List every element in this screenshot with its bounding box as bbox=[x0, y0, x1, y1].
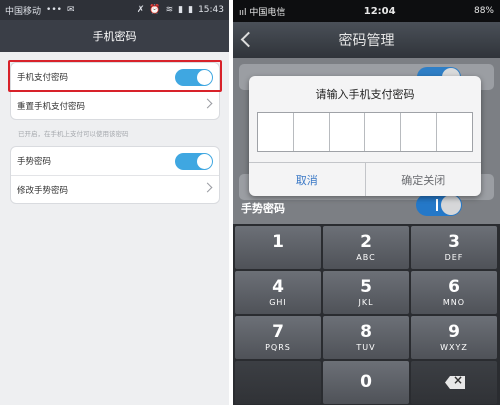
numeric-keypad: 1 2 ABC 3 DEF 4 GHI 5 JKL 6 MNO 7 PQRS 8 TUV 9W… bbox=[233, 224, 500, 405]
key-number: 4 bbox=[272, 277, 284, 297]
left-phone-screen: 中国移动 ••• ✉ ✗ ⏰ ≋ ▮ ▮ 15:43 手机密码 手机支付密码 重… bbox=[0, 0, 229, 405]
key-letters: ABC bbox=[356, 253, 376, 262]
key-letters: GHI bbox=[269, 298, 287, 307]
key-2[interactable]: 2 ABC bbox=[323, 226, 409, 269]
mute-icon: ✗ bbox=[136, 5, 145, 15]
right-phone-screen: ııl 中国电信 12:04 88% 密码管理 手势密码 请输入手机支付密码 取… bbox=[233, 0, 500, 405]
digit-box bbox=[258, 113, 294, 151]
key-letters: PQRS bbox=[265, 343, 291, 352]
gesture-password-toggle[interactable] bbox=[416, 194, 462, 216]
hint-text: 已开启，在手机上支付可以使用该密码 bbox=[18, 130, 129, 138]
delete-key[interactable] bbox=[411, 361, 497, 404]
wifi-icon: ≋ bbox=[165, 5, 174, 15]
reset-payment-password-row[interactable]: 重置手机支付密码 bbox=[11, 91, 219, 119]
key-8[interactable]: 8 TUV bbox=[323, 316, 409, 359]
clock: 15:43 bbox=[198, 5, 224, 15]
screenshot: 中国移动 ••• ✉ ✗ ⏰ ≋ ▮ ▮ 15:43 手机密码 手机支付密码 重… bbox=[0, 0, 500, 405]
dialog-title: 请输入手机支付密码 bbox=[315, 88, 415, 101]
digit-box bbox=[365, 113, 402, 151]
gesture-settings-card: 手势密码 修改手势密码 bbox=[10, 146, 220, 204]
battery-level: 88% bbox=[473, 6, 494, 16]
key-letters: DEF bbox=[444, 253, 464, 262]
carrier-label: 中国移动 bbox=[5, 6, 42, 17]
key-number: 0 bbox=[360, 372, 372, 392]
alarm-icon: ⏰ bbox=[149, 5, 161, 15]
key-number: 2 bbox=[360, 232, 372, 252]
key-letters: MNO bbox=[442, 298, 466, 307]
key-number: 1 bbox=[272, 232, 284, 252]
digit-box bbox=[401, 113, 438, 151]
row-label: 手势密码 bbox=[17, 157, 52, 167]
key-number: 3 bbox=[448, 232, 460, 252]
key-number: 5 bbox=[360, 277, 372, 297]
key-4[interactable]: 4 GHI bbox=[235, 271, 321, 314]
key-number: 8 bbox=[360, 322, 372, 342]
message-icon: ✉ bbox=[66, 5, 75, 15]
key-7[interactable]: 7 PQRS bbox=[235, 316, 321, 359]
highlight-box bbox=[8, 60, 222, 92]
key-5[interactable]: 5 JKL bbox=[323, 271, 409, 314]
status-right-group: ✗ ⏰ ≋ ▮ ▮ 15:43 bbox=[137, 5, 224, 15]
chevron-right-icon bbox=[202, 98, 213, 109]
backspace-icon bbox=[445, 376, 465, 389]
battery-icon: ▮ bbox=[188, 5, 194, 15]
password-input[interactable] bbox=[257, 112, 473, 152]
key-blank bbox=[235, 361, 321, 404]
password-dialog: 请输入手机支付密码 取消 确定关闭 bbox=[249, 76, 481, 196]
back-icon[interactable] bbox=[240, 31, 257, 48]
dots-indicator: ••• bbox=[46, 5, 62, 15]
page-title: 密码管理 bbox=[338, 33, 395, 49]
gesture-password-label: 手势密码 bbox=[241, 202, 285, 215]
cancel-button[interactable]: 取消 bbox=[249, 163, 366, 196]
key-6[interactable]: 6 MNO bbox=[411, 271, 497, 314]
key-letters: JKL bbox=[358, 298, 374, 307]
key-3[interactable]: 3 DEF bbox=[411, 226, 497, 269]
key-0[interactable]: 0 bbox=[323, 361, 409, 404]
confirm-close-button[interactable]: 确定关闭 bbox=[366, 163, 482, 196]
key-letters: WXYZ bbox=[440, 343, 468, 352]
right-status-bar: ııl 中国电信 12:04 88% bbox=[233, 0, 500, 22]
gesture-password-row[interactable]: 手势密码 bbox=[11, 147, 219, 175]
toggle-knob bbox=[441, 195, 461, 215]
dialog-buttons: 取消 确定关闭 bbox=[249, 162, 481, 196]
chevron-right-icon bbox=[202, 182, 213, 193]
toggle-knob bbox=[197, 154, 212, 169]
right-nav-bar: 密码管理 bbox=[233, 22, 500, 58]
row-label: 修改手势密码 bbox=[17, 185, 69, 196]
gesture-password-toggle[interactable] bbox=[175, 153, 213, 170]
digit-box bbox=[294, 113, 330, 151]
left-status-bar: 中国移动 ••• ✉ ✗ ⏰ ≋ ▮ ▮ 15:43 bbox=[0, 0, 229, 20]
row-label: 重置手机支付密码 bbox=[17, 101, 86, 112]
key-number: 7 bbox=[272, 322, 284, 342]
key-number: 9 bbox=[448, 322, 460, 342]
toggle-on-indicator bbox=[436, 199, 438, 211]
digit-box bbox=[330, 113, 366, 151]
status-left-group: 中国移动 ••• ✉ bbox=[5, 4, 75, 17]
signal-icon: ▮ bbox=[178, 5, 184, 15]
key-number: 6 bbox=[448, 277, 460, 297]
key-1[interactable]: 1 bbox=[235, 226, 321, 269]
clock: 12:04 bbox=[363, 5, 396, 17]
key-letters: TUV bbox=[356, 343, 376, 352]
page-title: 手机密码 bbox=[0, 20, 229, 52]
carrier-label: ııl 中国电信 bbox=[239, 7, 286, 18]
digit-box bbox=[437, 113, 472, 151]
modify-gesture-password-row[interactable]: 修改手势密码 bbox=[11, 175, 219, 203]
key-9[interactable]: 9 WXYZ bbox=[411, 316, 497, 359]
